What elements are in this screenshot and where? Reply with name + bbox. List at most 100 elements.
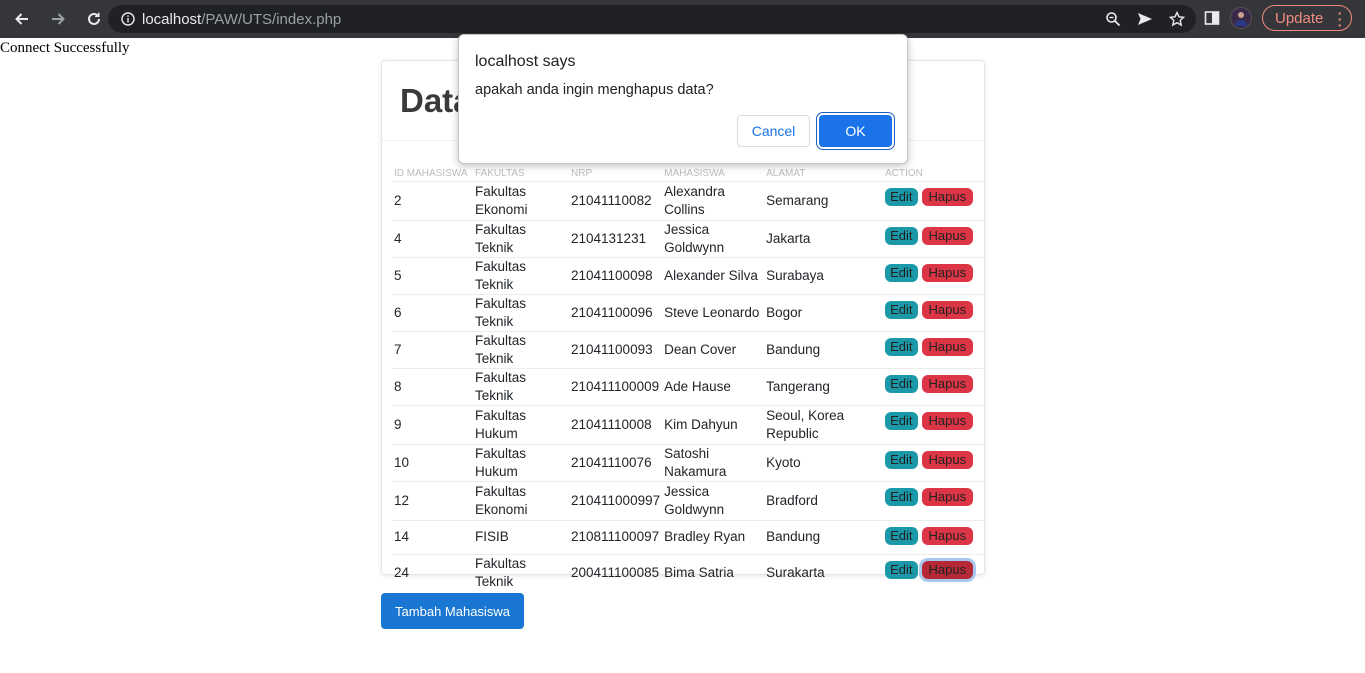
avatar-icon xyxy=(1235,12,1247,26)
cell-nama: Alexander Silva xyxy=(662,256,765,294)
reload-icon xyxy=(88,12,100,25)
send-icon[interactable] xyxy=(1136,10,1154,28)
hapus-button[interactable]: Hapus xyxy=(921,411,974,430)
hapus-button[interactable]: Hapus xyxy=(921,374,974,393)
cell-fakultas: Fakultas Hukum xyxy=(473,443,569,481)
mahasiswa-table: ID MAHASISWA FAKULTAS NRP MAHASISWA ALAM… xyxy=(392,151,984,591)
edit-button[interactable]: Edit xyxy=(885,411,918,430)
table-row: 14 FISIB 210811100097 Bradley Ryan Bandung Ed… xyxy=(392,519,984,554)
cell-alamat: Bandung xyxy=(764,330,884,368)
back-arrow-icon xyxy=(15,13,28,25)
edit-button[interactable]: Edit xyxy=(885,226,918,245)
cell-id: 6 xyxy=(392,293,473,331)
table-row: 6 Fakultas Teknik 21041100096 Steve Leonard… xyxy=(392,293,984,331)
cell-action: Edit Hapus xyxy=(883,443,984,481)
bookmark-star-icon[interactable] xyxy=(1168,10,1186,28)
hapus-button[interactable]: Hapus xyxy=(921,560,974,579)
edit-button[interactable]: Edit xyxy=(885,187,918,206)
forward-button[interactable] xyxy=(42,3,74,35)
update-label: Update xyxy=(1275,9,1324,27)
hapus-button[interactable]: Hapus xyxy=(921,337,974,356)
site-info-icon[interactable] xyxy=(114,12,142,26)
hapus-button[interactable]: Hapus xyxy=(921,450,974,469)
cell-fakultas: Fakultas Teknik xyxy=(473,219,569,257)
cell-fakultas: Fakultas Teknik xyxy=(473,367,569,405)
edit-button[interactable]: Edit xyxy=(885,560,918,579)
cell-nama: Jessica Goldwynn xyxy=(662,219,765,257)
address-bar[interactable]: localhost/PAW/UTS/index.php xyxy=(108,5,1196,33)
edit-button[interactable]: Edit xyxy=(885,487,918,506)
table-row: 7 Fakultas Teknik 21041100093 Dean Cover Ban… xyxy=(392,330,984,368)
hapus-button[interactable]: Hapus xyxy=(921,526,974,545)
url-path: /PAW/UTS/index.php xyxy=(201,10,342,28)
cell-id: 10 xyxy=(392,443,473,481)
cell-fakultas: Fakultas Teknik xyxy=(473,330,569,368)
cell-alamat: Semarang xyxy=(764,180,884,220)
dialog-title: localhost says xyxy=(475,53,576,70)
hapus-button[interactable]: Hapus xyxy=(921,300,974,319)
cell-action: Edit Hapus xyxy=(883,256,984,294)
hapus-button[interactable]: Hapus xyxy=(921,187,974,206)
cell-action: Edit Hapus xyxy=(883,404,984,444)
table-row: 8 Fakultas Teknik 210411100009 Ade Hause Tan… xyxy=(392,367,984,405)
cell-id: 24 xyxy=(392,553,473,591)
edit-button[interactable]: Edit xyxy=(885,263,918,282)
zoom-icon[interactable] xyxy=(1104,10,1122,28)
cell-alamat: Jakarta xyxy=(764,219,884,257)
cell-nama: Dean Cover xyxy=(662,330,765,368)
cell-nama: Satoshi Nakamura xyxy=(662,443,765,481)
update-button[interactable]: Update · · · xyxy=(1262,5,1353,32)
back-button[interactable] xyxy=(6,3,38,35)
cell-alamat: Surakarta xyxy=(764,553,884,591)
cell-id: 4 xyxy=(392,219,473,257)
cell-action: Edit Hapus xyxy=(883,367,984,405)
dialog-ok-button[interactable]: OK xyxy=(819,115,892,147)
cell-nrp: 21041110076 xyxy=(569,443,663,481)
cell-nama: Ade Hause xyxy=(662,367,765,405)
more-menu-icon[interactable]: · · · xyxy=(1338,6,1343,32)
cell-alamat: Tangerang xyxy=(764,367,884,405)
edit-button[interactable]: Edit xyxy=(885,450,918,469)
browser-toolbar: localhost/PAW/UTS/index.php Update · · · xyxy=(0,0,1365,38)
cell-action: Edit Hapus xyxy=(883,219,984,257)
dialog-cancel-button[interactable]: Cancel xyxy=(737,115,810,147)
cell-nama: Steve Leonardo xyxy=(662,293,765,331)
cell-action: Edit Hapus xyxy=(883,330,984,368)
cell-fakultas: FISIB xyxy=(473,519,569,554)
cell-nrp: 200411100085 xyxy=(569,553,663,591)
cell-alamat: Bandung xyxy=(764,519,884,554)
cell-alamat: Bogor xyxy=(764,293,884,331)
add-mahasiswa-button[interactable]: Tambah Mahasiswa xyxy=(381,593,524,629)
cell-action: Edit Hapus xyxy=(883,553,984,591)
hapus-button[interactable]: Hapus xyxy=(921,487,974,506)
cell-nrp: 2104131231 xyxy=(569,219,663,257)
side-panel-icon[interactable] xyxy=(1204,10,1220,26)
cell-nrp: 21041110008 xyxy=(569,404,663,444)
reload-button[interactable] xyxy=(78,3,110,35)
edit-button[interactable]: Edit xyxy=(885,526,918,545)
edit-button[interactable]: Edit xyxy=(885,337,918,356)
hapus-button[interactable]: Hapus xyxy=(921,263,974,282)
cell-nrp: 21041100093 xyxy=(569,330,663,368)
profile-avatar[interactable] xyxy=(1230,7,1252,29)
url-host: localhost xyxy=(142,10,202,28)
cell-fakultas: Fakultas Teknik xyxy=(473,293,569,331)
cell-fakultas: Fakultas Teknik xyxy=(473,256,569,294)
cell-id: 5 xyxy=(392,256,473,294)
cell-nama: Bradley Ryan xyxy=(662,519,765,554)
table-row: 24 Fakultas Teknik 200411100085 Bima Satria… xyxy=(392,553,984,591)
cell-id: 2 xyxy=(392,180,473,220)
cell-fakultas: Fakultas Ekonomi xyxy=(473,480,569,520)
edit-button[interactable]: Edit xyxy=(885,374,918,393)
table-row: 5 Fakultas Teknik 21041100098 Alexander Sil… xyxy=(392,256,984,294)
connect-message: Connect Successfully xyxy=(0,40,130,56)
cell-fakultas: Fakultas Hukum xyxy=(473,404,569,444)
cell-id: 7 xyxy=(392,330,473,368)
hapus-button[interactable]: Hapus xyxy=(921,226,974,245)
cell-nrp: 21041110082 xyxy=(569,180,663,220)
edit-button[interactable]: Edit xyxy=(885,300,918,319)
table-row: 2 Fakultas Ekonomi 21041110082 Alexandra Co… xyxy=(392,180,984,220)
cell-nama: Kim Dahyun xyxy=(662,404,765,444)
cell-nama: Alexandra Collins xyxy=(662,180,765,220)
cell-nrp: 21041100098 xyxy=(569,256,663,294)
